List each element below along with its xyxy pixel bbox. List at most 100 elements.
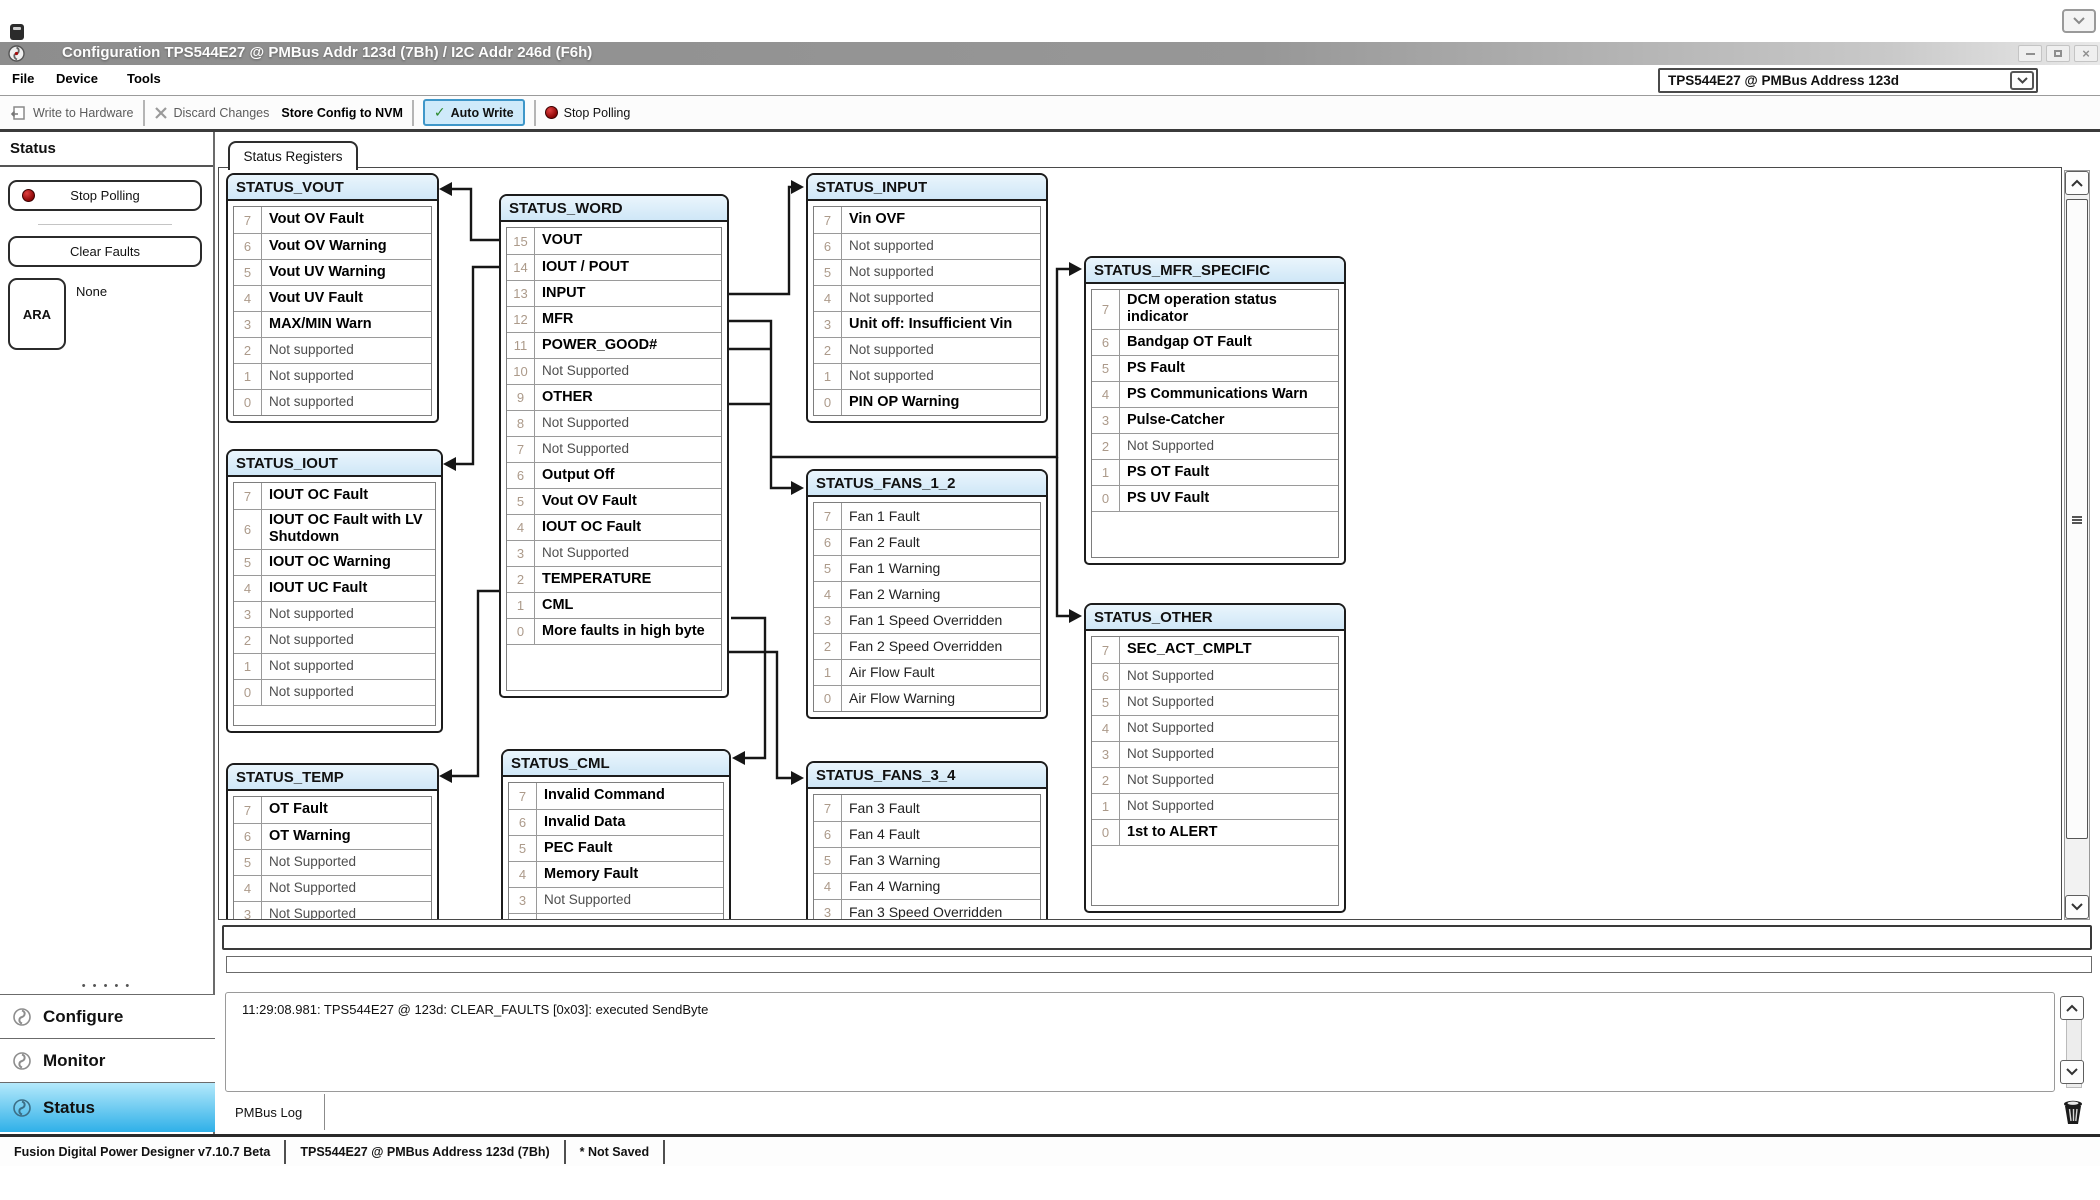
bit-label: Not Supported xyxy=(1120,434,1338,459)
bit-number: 2 xyxy=(509,914,537,920)
panel-title[interactable]: STATUS_VOUT xyxy=(228,175,437,201)
chevron-down-icon[interactable] xyxy=(2010,71,2034,90)
bit-row: 14IOUT / POUT xyxy=(507,254,721,280)
status-app-version: Fusion Digital Power Designer v7.10.7 Be… xyxy=(0,1140,286,1164)
trash-icon[interactable] xyxy=(2060,1098,2086,1126)
panel-title[interactable]: STATUS_MFR_SPECIFIC xyxy=(1086,258,1344,284)
bit-number: 1 xyxy=(234,654,262,679)
bit-label: PIN OP Warning xyxy=(842,390,1040,415)
bit-row: 6IOUT OC Fault with LV Shutdown xyxy=(234,509,435,549)
auto-write-toggle[interactable]: ✓ Auto Write xyxy=(423,99,525,126)
bit-row: 4Vout UV Fault xyxy=(234,285,431,311)
stop-polling-button[interactable]: Stop Polling xyxy=(8,180,202,211)
menu-tools[interactable]: Tools xyxy=(127,71,161,86)
corner-scroll-widget[interactable] xyxy=(2062,9,2096,33)
panel-title[interactable]: STATUS_OTHER xyxy=(1086,605,1344,631)
bit-label: Vout OV Warning xyxy=(262,234,431,259)
scroll-up-button[interactable] xyxy=(2065,171,2089,195)
scrollbar-grip xyxy=(2072,516,2082,524)
collapsed-pane-splitter[interactable] xyxy=(226,956,2092,973)
status-registers-canvas: STATUS_VOUT 7Vout OV Fault6Vout OV Warnin… xyxy=(218,167,2062,920)
bit-number: 5 xyxy=(507,489,535,514)
vertical-scrollbar[interactable] xyxy=(2064,170,2090,920)
bit-row: 0PIN OP Warning xyxy=(814,389,1040,415)
bit-number: 3 xyxy=(814,900,842,920)
bit-label: Fan 4 Warning xyxy=(842,874,1040,899)
bit-table: 15VOUT14IOUT / POUT13INPUT12MFR11POWER_G… xyxy=(506,227,722,691)
collapsed-pane-splitter[interactable] xyxy=(222,925,2092,950)
panel-status_word: STATUS_WORD15VOUT14IOUT / POUT13INPUT12M… xyxy=(499,194,729,698)
write-to-hardware-button[interactable]: Write to Hardware xyxy=(10,105,134,121)
bit-number: 12 xyxy=(507,307,535,332)
bit-number: 4 xyxy=(234,876,262,901)
splitter-handle[interactable]: • • • • • xyxy=(0,980,213,992)
bit-row: 3Not Supported xyxy=(507,540,721,566)
bit-label: INPUT xyxy=(535,281,721,306)
bit-label: IOUT OC Fault with LV Shutdown xyxy=(262,510,435,549)
discard-changes-button[interactable]: Discard Changes xyxy=(154,106,270,120)
pmbus-log-output[interactable]: 11:29:08.981: TPS544E27 @ 123d: CLEAR_FA… xyxy=(225,992,2055,1092)
bit-table: 7Vout OV Fault6Vout OV Warning5Vout UV W… xyxy=(233,206,432,416)
restore-button[interactable] xyxy=(2046,45,2070,62)
tab-pmbus-log[interactable]: PMBus Log xyxy=(225,1094,325,1130)
bit-row: 3Not Supported xyxy=(1092,741,1338,767)
bit-row: 7OT Fault xyxy=(234,797,431,823)
panel-title[interactable]: STATUS_FANS_1_2 xyxy=(808,471,1046,497)
bit-number: 2 xyxy=(234,338,262,363)
empty-row xyxy=(1092,511,1338,557)
log-scroll-up-button[interactable] xyxy=(2060,996,2084,1020)
sidebar-item-status[interactable]: Status xyxy=(0,1082,215,1132)
menu-device[interactable]: Device xyxy=(56,71,98,86)
bit-label: POWER_GOOD# xyxy=(535,333,721,358)
bit-row: 8Not Supported xyxy=(507,410,721,436)
panel-title[interactable]: STATUS_FANS_3_4 xyxy=(808,763,1046,789)
bit-table: 7OT Fault6OT Warning5Not Supported4Not S… xyxy=(233,796,432,920)
menu-file[interactable]: File xyxy=(12,71,34,86)
bit-row: 6Bandgap OT Fault xyxy=(1092,329,1338,355)
sidebar-item-configure[interactable]: Configure xyxy=(0,994,215,1038)
bit-label: Not supported xyxy=(262,390,431,415)
bit-label: Not supported xyxy=(262,680,435,705)
bit-number: 5 xyxy=(1092,356,1120,381)
bit-row: 6Vout OV Warning xyxy=(234,233,431,259)
bit-number: 6 xyxy=(509,810,537,835)
bit-label: Fan 2 Warning xyxy=(842,582,1040,607)
bit-label: More faults in high byte xyxy=(535,619,721,644)
scroll-down-button[interactable] xyxy=(2065,895,2089,919)
bit-label: OT Warning xyxy=(262,824,431,849)
bit-row: 5IOUT OC Warning xyxy=(234,549,435,575)
bit-number: 3 xyxy=(507,541,535,566)
status-bar: Fusion Digital Power Designer v7.10.7 Be… xyxy=(0,1134,2100,1166)
bit-label: Bandgap OT Fault xyxy=(1120,330,1338,355)
bit-table: 7Vin OVF6Not supported5Not supported4Not… xyxy=(813,206,1041,416)
panel-title[interactable]: STATUS_IOUT xyxy=(228,451,441,477)
bit-number: 5 xyxy=(234,550,262,575)
bit-number: 0 xyxy=(1092,486,1120,511)
sidebar-item-monitor[interactable]: Monitor xyxy=(0,1038,215,1082)
log-scroll-down-button[interactable] xyxy=(2060,1060,2084,1084)
bit-number: 6 xyxy=(234,510,262,549)
panel-title[interactable]: STATUS_WORD xyxy=(501,196,727,222)
bit-label: Not Supported xyxy=(537,888,723,913)
panel-title[interactable]: STATUS_INPUT xyxy=(808,175,1046,201)
tab-status-registers[interactable]: Status Registers xyxy=(228,141,358,170)
bit-number: 2 xyxy=(814,634,842,659)
store-config-to-nvm-button[interactable]: Store Config to NVM xyxy=(281,106,403,120)
bit-label: Not supported xyxy=(842,260,1040,285)
panel-title[interactable]: STATUS_TEMP xyxy=(228,765,437,791)
bit-row: 6Fan 2 Fault xyxy=(814,529,1040,555)
clear-faults-button[interactable]: Clear Faults xyxy=(8,236,202,267)
ara-box[interactable]: ARA xyxy=(8,278,66,350)
stop-polling-toolbar-button[interactable]: Stop Polling xyxy=(545,106,631,120)
bit-number: 0 xyxy=(234,390,262,415)
minimize-button[interactable] xyxy=(2018,45,2042,62)
device-selector[interactable]: TPS544E27 @ PMBus Address 123d xyxy=(1658,68,2038,93)
bit-number: 0 xyxy=(814,686,842,711)
bit-row: 13INPUT xyxy=(507,280,721,306)
app-icon-mini xyxy=(10,24,24,40)
bit-number: 3 xyxy=(234,312,262,337)
close-button[interactable]: × xyxy=(2074,45,2098,62)
bit-label: Pulse-Catcher xyxy=(1120,408,1338,433)
panel-title[interactable]: STATUS_CML xyxy=(503,751,729,777)
scrollbar-thumb[interactable] xyxy=(2066,199,2088,839)
